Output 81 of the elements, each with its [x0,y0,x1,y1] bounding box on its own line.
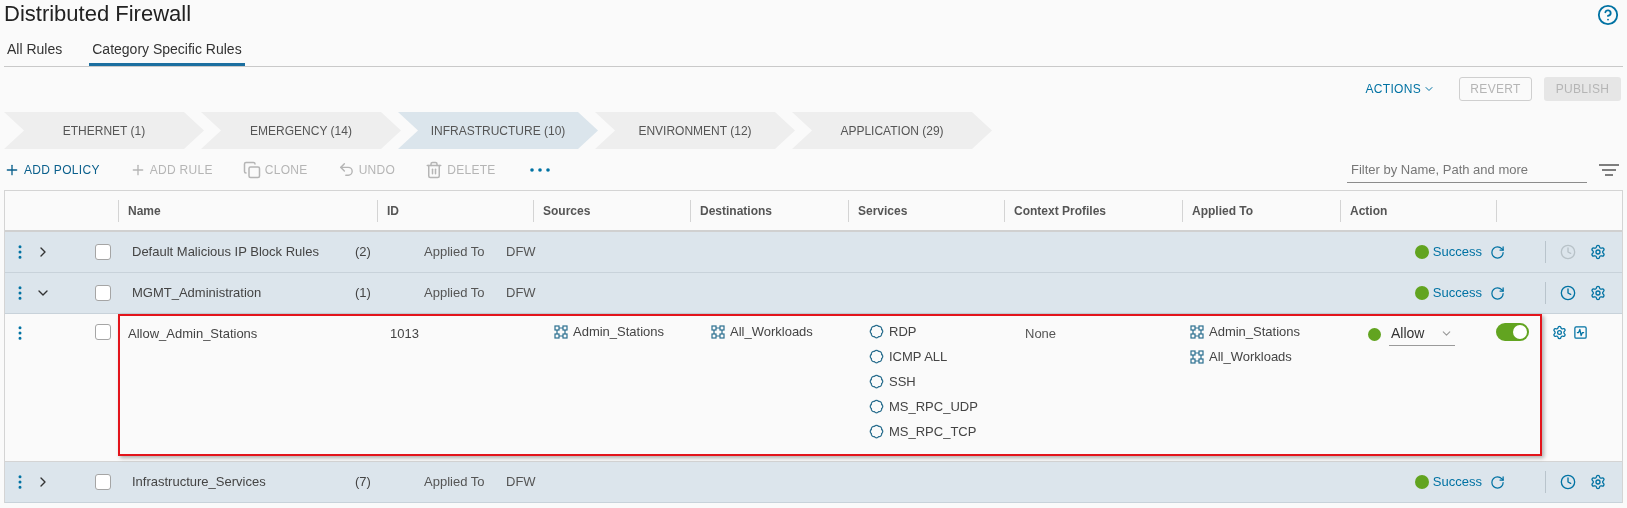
chart-icon[interactable] [1573,325,1588,340]
copy-icon [242,160,261,179]
column-header[interactable]: Applied To [1192,201,1254,220]
rule-id: 1013 [390,326,419,341]
category-step[interactable]: ENVIRONMENT (12) [595,112,795,149]
action-select[interactable]: Allow [1389,322,1455,346]
status-text: Success [1432,284,1482,303]
object-name[interactable]: Admin_Stations [1209,321,1301,342]
settings-icon[interactable] [1590,474,1606,490]
trash-icon [425,160,444,179]
help-icon[interactable] [1597,4,1619,26]
service-icon [869,324,884,339]
object-name[interactable]: SSH [889,371,916,392]
object-name[interactable]: Admin_Stations [573,321,665,342]
applied-to-label: Applied To [424,473,486,492]
enable-toggle[interactable] [1496,323,1529,341]
column-header[interactable]: Destinations [700,201,772,220]
more-icon[interactable] [529,167,550,172]
category-step[interactable]: ETHERNET (1) [4,112,204,149]
column-header[interactable]: Action [1350,201,1388,220]
applied-to-value: DFW [506,284,536,303]
column-header[interactable]: Services [858,201,908,220]
service-icon [869,424,884,439]
category-step[interactable]: INFRASTRUCTURE (10) [398,112,598,149]
group-icon [711,324,725,339]
history-icon[interactable] [1560,285,1576,301]
applied-to-value: DFW [506,243,536,262]
row-checkbox[interactable] [95,244,111,260]
column-header[interactable]: Name [128,201,161,220]
tab[interactable]: All Rules [4,35,66,66]
object-name[interactable]: RDP [889,321,917,342]
tab[interactable]: Category Specific Rules [89,35,245,66]
object-name[interactable]: All_Workloads [730,321,813,342]
undo-icon [337,161,355,178]
column-header[interactable]: Sources [543,201,591,220]
applied-to-value: DFW [506,473,536,492]
toolbar-button[interactable]: ADD POLICY [4,160,100,179]
object-name[interactable]: MS_RPC_UDP [889,396,978,417]
policy-row[interactable]: Default Malicious IP Block Rules (2) Applied To DFW Success [5,232,1622,273]
service-icon [869,349,884,364]
actions-menu[interactable]: ACTIONS [1365,80,1435,98]
policy-name: Infrastructure_Services [132,473,267,492]
applied-to-label: Applied To [424,284,486,303]
status-text: Success [1432,243,1482,262]
settings-icon[interactable] [1552,325,1567,340]
policy-name: MGMT_Administration [132,284,263,303]
object-name[interactable]: MS_RPC_TCP [889,421,977,442]
status-text: Success [1432,473,1482,492]
filter-icon[interactable] [1599,162,1619,177]
rule-name: Allow_Admin_Stations [128,326,258,341]
page-title: Distributed Firewall [4,0,192,28]
policy-row[interactable]: Infrastructure_Services (7) Applied To DFW Success [5,462,1622,503]
rule-count: (1) [355,284,372,303]
service-icon [869,399,884,414]
row-checkbox[interactable] [95,474,111,490]
policy-name: Default Malicious IP Block Rules [132,243,320,262]
category-step[interactable]: EMERGENCY (14) [201,112,401,149]
column-header[interactable]: ID [387,201,399,220]
object-name[interactable]: ICMP ALL [889,346,948,367]
group-icon [1190,349,1204,364]
refresh-icon[interactable] [1490,285,1505,301]
context-profile: None [1025,326,1057,341]
category-step[interactable]: APPLICATION (29) [792,112,992,149]
refresh-icon[interactable] [1490,244,1505,260]
group-icon [1190,324,1204,339]
column-header[interactable]: Context Profiles [1014,201,1106,220]
settings-icon[interactable] [1590,285,1606,301]
applied-to-label: Applied To [424,243,486,262]
refresh-icon[interactable] [1490,474,1505,490]
policy-row[interactable]: MGMT_Administration (1) Applied To DFW Success [5,273,1622,314]
row-checkbox[interactable] [95,285,111,301]
rule-count: (2) [355,243,372,262]
rule-count: (7) [355,473,372,492]
filter-field[interactable]: Filter by Name, Path and more [1347,156,1587,183]
settings-icon[interactable] [1590,244,1606,260]
history-icon[interactable] [1560,474,1576,490]
row-checkbox[interactable] [95,324,111,340]
rule-row[interactable]: Allow_Admin_Stations 1013 Admin_Stations All_Workloads RDP ICMP ALL SSH MS_RPC_UDP MS_RPC_TCP None Admin_Stations All_Workloads Allow [5,314,1622,462]
group-icon [554,324,568,339]
object-name[interactable]: All_Workloads [1209,346,1292,367]
service-icon [869,374,884,389]
